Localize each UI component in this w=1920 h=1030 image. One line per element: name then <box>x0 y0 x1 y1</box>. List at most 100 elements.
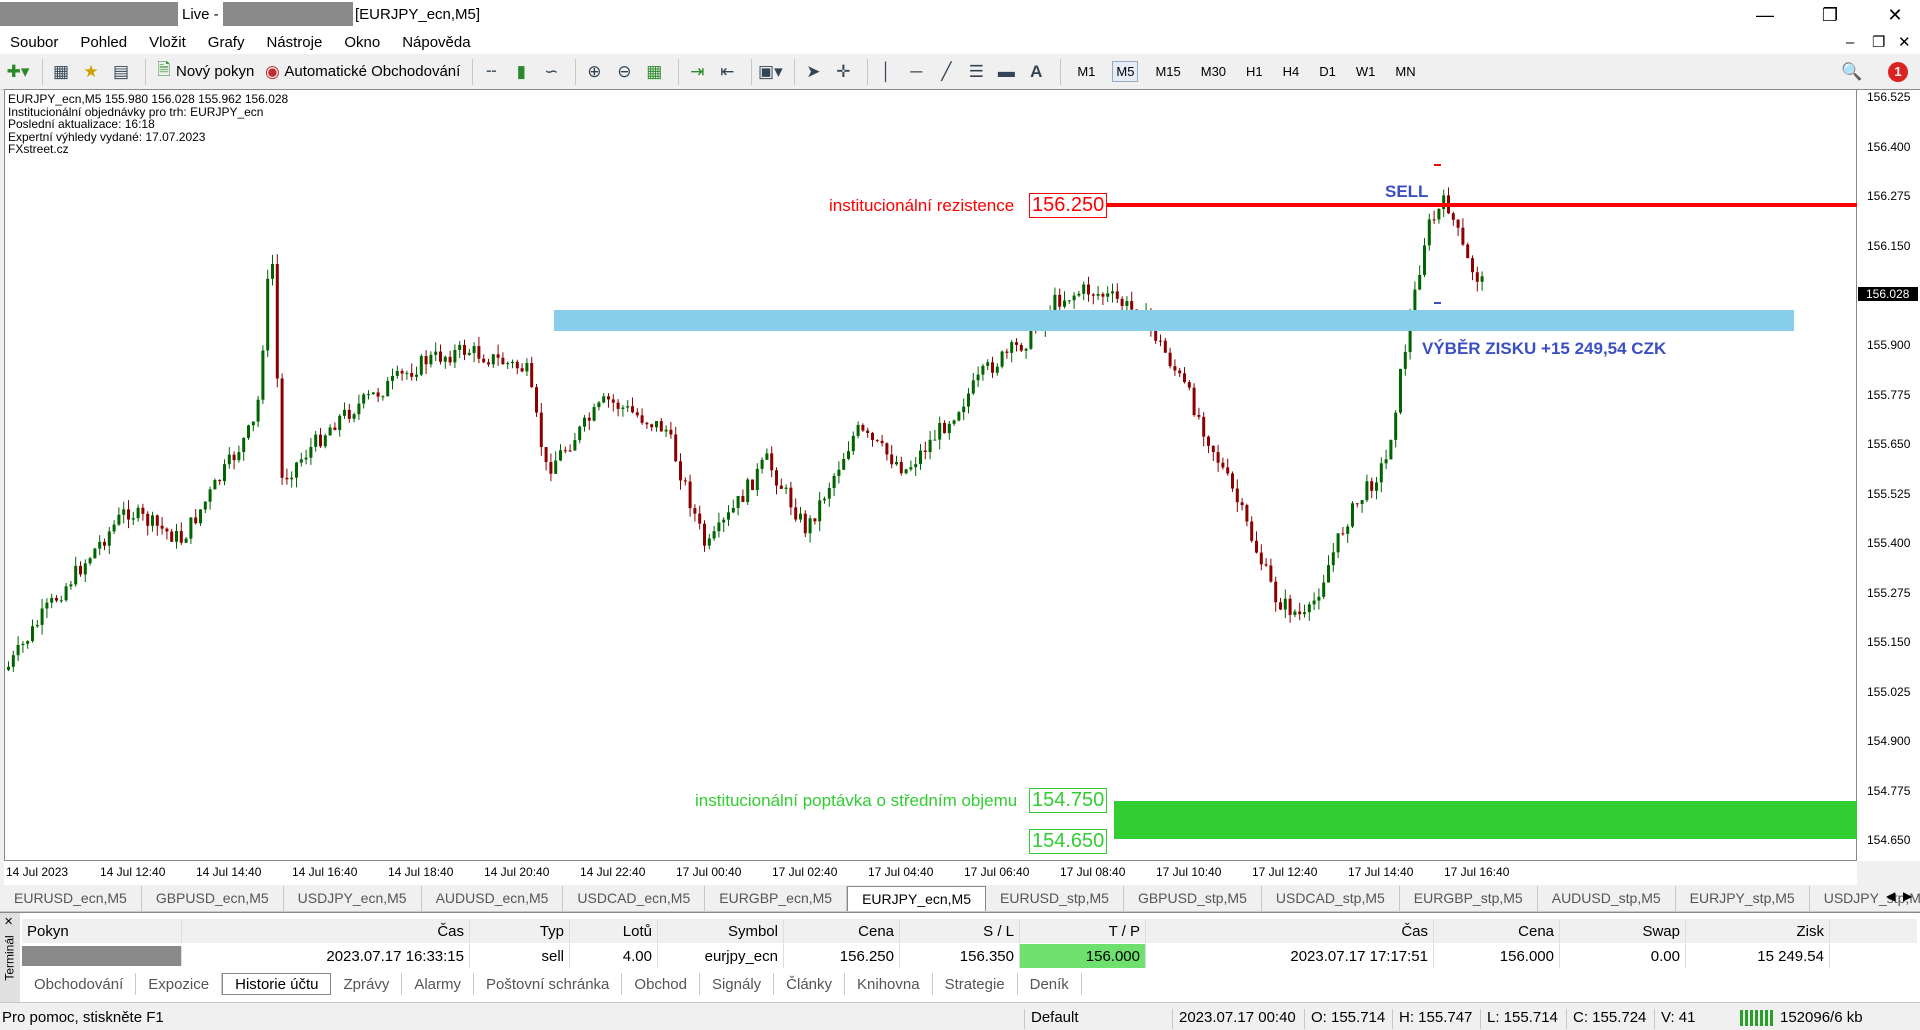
demand-zone[interactable] <box>1114 801 1857 839</box>
terminal-tab[interactable]: Obchod <box>622 973 700 995</box>
column-header[interactable]: Swap <box>1560 919 1686 943</box>
line-chart-button[interactable]: ∽ <box>539 58 563 86</box>
timeframe-mn[interactable]: MN <box>1392 62 1418 81</box>
institutional-zone[interactable] <box>554 310 1794 331</box>
symbol-tab[interactable]: USDCAD_ecn,M5 <box>563 885 706 911</box>
chart-info-line: FXstreet.cz <box>8 142 69 156</box>
mdi-close-icon[interactable]: ✕ <box>1898 33 1911 51</box>
close-button[interactable]: ✕ <box>1870 0 1920 30</box>
column-header[interactable]: Cena <box>784 919 900 943</box>
column-header[interactable]: Typ <box>470 919 570 943</box>
timeframe-d1[interactable]: D1 <box>1316 62 1339 81</box>
menu-nastroje[interactable]: Nástroje <box>266 34 322 51</box>
column-header[interactable]: Čas <box>1146 919 1434 943</box>
terminal-tab[interactable]: Deník <box>1018 973 1082 995</box>
column-header[interactable]: Cena <box>1434 919 1560 943</box>
symbol-tab[interactable]: EURUSD_ecn,M5 <box>0 885 142 911</box>
terminal-close-icon[interactable]: ✕ <box>4 915 13 928</box>
timeframe-h4[interactable]: H4 <box>1280 62 1303 81</box>
bar-chart-button[interactable]: ╌ <box>479 58 503 86</box>
menu-soubor[interactable]: Soubor <box>10 34 58 51</box>
timeframe-m1[interactable]: M1 <box>1074 62 1098 81</box>
resistance-line[interactable] <box>1100 203 1857 207</box>
chart-shift-button[interactable]: ⇤ <box>715 58 739 86</box>
market-watch-button[interactable]: ▦ <box>49 58 73 86</box>
symbol-tab[interactable]: USDJPY_ecn,M5 <box>284 885 422 911</box>
navigator-button[interactable]: ▤ <box>109 58 133 86</box>
terminal-tab[interactable]: Knihovna <box>845 973 933 995</box>
alerts-button[interactable]: 1 <box>1888 58 1908 86</box>
menu-pohled[interactable]: Pohled <box>80 34 127 51</box>
symbol-tab[interactable]: AUDUSD_ecn,M5 <box>422 885 564 911</box>
symbol-tab[interactable]: USDCAD_stp,M5 <box>1262 885 1400 911</box>
menu-vlozit[interactable]: Vložit <box>149 34 186 51</box>
trendline-button[interactable]: ╱ <box>934 58 958 86</box>
sell-marker <box>1434 164 1441 166</box>
symbol-tab[interactable]: GBPUSD_ecn,M5 <box>142 885 284 911</box>
vertical-line-button[interactable]: │ <box>874 58 898 86</box>
auto-trading-button[interactable]: ◉ Automatické Obchodování <box>260 58 460 86</box>
symbol-tab[interactable]: AUDUSD_stp,M5 <box>1538 885 1676 911</box>
mdi-restore-icon[interactable]: ❐ <box>1872 33 1885 51</box>
autoscroll-button[interactable]: ⇥ <box>685 58 709 86</box>
tile-windows-button[interactable]: ▦ <box>642 58 666 86</box>
candle-body <box>794 507 798 520</box>
candle-chart-button[interactable]: ▮ <box>509 58 533 86</box>
column-header[interactable]: Lotů <box>570 919 658 943</box>
zoom-out-button[interactable]: ⊖ <box>612 58 636 86</box>
terminal-tab[interactable]: Obchodování <box>22 973 137 995</box>
timeframe-m15[interactable]: M15 <box>1152 62 1183 81</box>
column-header[interactable]: Pokyn <box>22 919 182 943</box>
terminal-tab[interactable]: Strategie <box>933 973 1018 995</box>
candle-body <box>1067 300 1071 302</box>
menu-okno[interactable]: Okno <box>344 34 380 51</box>
timeframe-m5[interactable]: M5 <box>1112 61 1139 82</box>
terminal-tab[interactable]: Články <box>774 973 846 995</box>
column-header[interactable]: T / P <box>1020 919 1146 943</box>
timeframe-m30[interactable]: M30 <box>1198 62 1229 81</box>
minimize-button[interactable]: — <box>1740 0 1790 30</box>
tab-scroll-right-icon[interactable]: ▶ <box>1903 889 1912 903</box>
indicators-button[interactable]: ▣▾ <box>758 58 783 86</box>
search-button[interactable]: 🔍 <box>1840 58 1864 86</box>
tab-scroll-left-icon[interactable]: ◀ <box>1886 889 1895 903</box>
terminal-tab[interactable]: Poštovní schránka <box>474 973 623 995</box>
column-header[interactable]: Čas <box>182 919 470 943</box>
column-header[interactable]: S / L <box>900 919 1020 943</box>
symbol-tab[interactable]: EURJPY_stp,M5 <box>1676 885 1810 911</box>
terminal-tab[interactable]: Zprávy <box>331 973 403 995</box>
candle-body <box>160 525 164 529</box>
symbol-tab[interactable]: EURUSD_stp,M5 <box>986 885 1124 911</box>
symbol-tab[interactable]: GBPUSD_stp,M5 <box>1124 885 1262 911</box>
rectangle-button[interactable]: ▬ <box>994 58 1018 86</box>
cursor-tool-button[interactable]: ➤ <box>801 58 825 86</box>
candle-body <box>501 357 505 365</box>
candle-body <box>895 462 898 465</box>
fibo-button[interactable]: ☰ <box>964 58 988 86</box>
symbol-tab[interactable]: EURGBP_ecn,M5 <box>705 885 848 911</box>
symbol-tab[interactable]: EURGBP_stp,M5 <box>1400 885 1538 911</box>
column-header[interactable]: Zisk <box>1686 919 1830 943</box>
menu-napoveda[interactable]: Nápověda <box>402 34 470 51</box>
mdi-minimize-icon[interactable]: – <box>1846 34 1854 51</box>
time-label: 17 Jul 02:40 <box>772 865 838 879</box>
menu-grafy[interactable]: Grafy <box>208 34 245 51</box>
restore-button[interactable]: ❐ <box>1805 0 1855 30</box>
terminal-tab[interactable]: Signály <box>700 973 775 995</box>
timeframe-h1[interactable]: H1 <box>1243 62 1266 81</box>
new-chart-button[interactable]: ✚▾ <box>6 58 30 86</box>
favorites-button[interactable]: ★ <box>79 58 103 86</box>
terminal-tab[interactable]: Alarmy <box>402 973 474 995</box>
crosshair-tool-button[interactable]: ✛ <box>831 58 855 86</box>
new-order-button[interactable]: 🗎 Nový pokyn <box>152 58 254 86</box>
symbol-tab[interactable]: EURJPY_ecn,M5 <box>847 885 987 911</box>
table-cell: 15 249.54 <box>1686 944 1830 968</box>
terminal-tab[interactable]: Expozice <box>136 973 223 995</box>
text-tool-button[interactable]: A <box>1024 58 1048 86</box>
table-row[interactable]: 2023.07.17 16:33:15 sell 4.00 eurjpy_ecn 156… <box>22 944 1917 968</box>
column-header[interactable]: Symbol <box>658 919 784 943</box>
terminal-tab[interactable]: Historie účtu <box>222 973 332 995</box>
horizontal-line-button[interactable]: ─ <box>904 58 928 86</box>
zoom-in-button[interactable]: ⊕ <box>582 58 606 86</box>
timeframe-w1[interactable]: W1 <box>1353 62 1379 81</box>
